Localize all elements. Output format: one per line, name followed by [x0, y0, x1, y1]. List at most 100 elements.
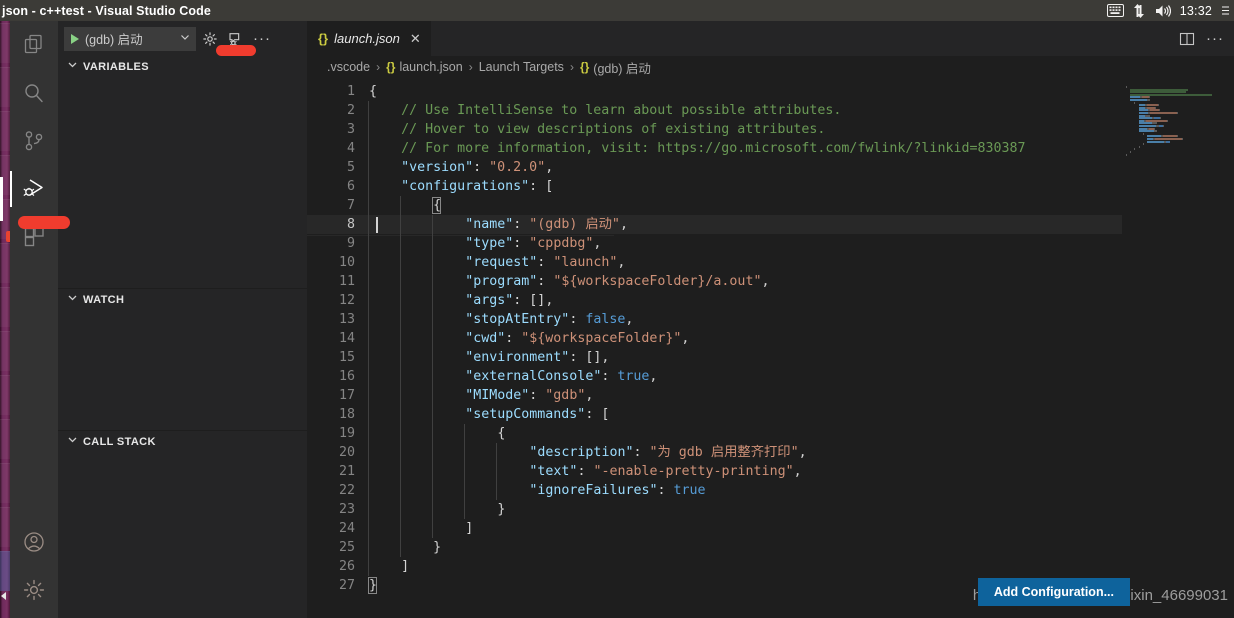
line-number: 19 — [338, 426, 355, 441]
chevron-down-icon[interactable] — [179, 30, 191, 48]
sidebar-item-accounts[interactable] — [10, 518, 58, 566]
line-number: 7 — [346, 198, 355, 213]
code-token: "(gdb) 启动" — [529, 217, 620, 232]
debug-toolbar: (gdb) 启动 ··· — [58, 21, 307, 56]
pane-title-call-stack: CALL STACK — [83, 436, 156, 448]
launcher-tile[interactable] — [0, 243, 10, 283]
code-line[interactable]: 19 { — [307, 424, 1234, 443]
code-line[interactable]: 11 "program": "${workspaceFolder}/a.out", — [307, 272, 1234, 291]
code-line-text: "args": [], — [465, 291, 553, 310]
line-number: 25 — [338, 540, 355, 555]
pane-header-variables[interactable]: VARIABLES — [58, 56, 307, 78]
breadcrumb-item-launch-json[interactable]: {} launch.json — [386, 60, 463, 74]
launcher-tile[interactable] — [0, 67, 10, 107]
launcher-tile[interactable] — [0, 507, 10, 547]
code-line-text: // Use IntelliSense to learn about possi… — [401, 101, 841, 120]
sidebar-item-manage-settings[interactable] — [10, 566, 58, 614]
system-clock[interactable]: 13:32 — [1180, 4, 1212, 18]
code-line[interactable]: 17 "MIMode": "gdb", — [307, 386, 1234, 405]
launcher-tile[interactable] — [0, 331, 10, 371]
split-editor-button[interactable] — [1174, 26, 1200, 52]
text-cursor — [376, 217, 378, 233]
code-token: "setupCommands" — [465, 407, 586, 422]
code-line[interactable]: 21 "text": "-enable-pretty-printing", — [307, 462, 1234, 481]
code-token: , — [601, 350, 610, 365]
code-line[interactable]: 15 "environment": [], — [307, 348, 1234, 367]
code-line[interactable]: 13 "stopAtEntry": false, — [307, 310, 1234, 329]
launcher-tile[interactable] — [0, 551, 10, 591]
sidebar-item-run-and-debug[interactable] — [10, 165, 58, 213]
close-icon[interactable]: ✕ — [410, 32, 421, 45]
code-line[interactable]: 5 "version": "0.2.0", — [307, 158, 1234, 177]
code-token: } — [433, 540, 442, 555]
code-lines[interactable]: 1{2// Use IntelliSense to learn about po… — [307, 78, 1234, 595]
system-menu-icon[interactable] — [1221, 6, 1230, 15]
code-line[interactable]: 2 // Use IntelliSense to learn about poss… — [307, 101, 1234, 120]
sidebar-item-search[interactable] — [10, 69, 58, 117]
code-line[interactable]: 23} — [307, 500, 1234, 519]
line-number: 6 — [346, 179, 355, 194]
breadcrumb-item-gdb-launch[interactable]: {} (gdb) 启动 — [580, 58, 651, 77]
launcher-tile[interactable] — [0, 463, 10, 503]
pane-header-call-stack[interactable]: CALL STACK — [58, 431, 307, 453]
code-line[interactable]: 20 "description": "为 gdb 启用整齐打印", — [307, 443, 1234, 462]
network-icon[interactable] — [1133, 3, 1146, 18]
chevron-down-icon — [66, 58, 79, 76]
code-line[interactable]: 10 "request": "launch", — [307, 253, 1234, 272]
code-line-text: } — [433, 538, 441, 557]
code-line-text: "request": "launch", — [465, 253, 625, 272]
code-line-text: "configurations": [ — [401, 177, 553, 196]
launcher-tile[interactable] — [0, 375, 10, 415]
volume-icon[interactable] — [1155, 4, 1171, 18]
code-line-text: "type": "cppdbg", — [465, 234, 601, 253]
code-line[interactable]: 6 "configurations": [ — [307, 177, 1234, 196]
sidebar-item-source-control[interactable] — [10, 117, 58, 165]
code-line[interactable]: 1{ — [307, 82, 1234, 101]
code-token: , — [617, 255, 626, 270]
pane-body-watch[interactable] — [58, 311, 307, 430]
editor-more-actions-button[interactable]: ··· — [1202, 26, 1228, 52]
code-line[interactable]: 22 "ignoreFailures": true — [307, 481, 1234, 500]
breadcrumb-item-launch-targets[interactable]: Launch Targets — [479, 60, 564, 74]
sidebar-item-explorer[interactable] — [10, 21, 58, 69]
launcher-tile[interactable] — [0, 111, 10, 151]
pane-body-call-stack[interactable] — [58, 453, 307, 618]
launcher-tile[interactable] — [0, 419, 10, 459]
code-line[interactable]: 4 // For more information, visit: https:/… — [307, 139, 1234, 158]
code-line[interactable]: 26] — [307, 557, 1234, 576]
code-line[interactable]: 25} — [307, 538, 1234, 557]
code-line-text: ] — [465, 519, 473, 538]
launcher-tile[interactable] — [0, 23, 10, 63]
launcher-tile[interactable] — [0, 287, 10, 327]
editor-vertical-scrollbar[interactable] — [1220, 78, 1234, 618]
code-token: // For more information, visit: https://… — [401, 141, 1026, 156]
pane-header-watch[interactable]: WATCH — [58, 289, 307, 311]
code-line[interactable]: 7{ — [307, 196, 1234, 215]
code-token: "${workspaceFolder}/a.out" — [553, 274, 762, 289]
code-line[interactable]: 3 // Hover to view descriptions of existi… — [307, 120, 1234, 139]
code-line[interactable]: 16 "externalConsole": true, — [307, 367, 1234, 386]
code-line[interactable]: 12 "args": [], — [307, 291, 1234, 310]
line-number: 23 — [338, 502, 355, 517]
code-line[interactable]: 24] — [307, 519, 1234, 538]
code-line[interactable]: 18 "setupCommands": [ — [307, 405, 1234, 424]
line-number: 5 — [346, 160, 355, 175]
tab-launch-json[interactable]: {} launch.json ✕ — [307, 21, 432, 56]
code-scroll-area[interactable]: 1{2// Use IntelliSense to learn about po… — [307, 78, 1234, 618]
code-editor[interactable]: 1{2// Use IntelliSense to learn about po… — [307, 78, 1234, 618]
editor-area: {} launch.json ✕ ··· .vscode › {} launch… — [307, 21, 1234, 618]
indent-guide — [368, 101, 369, 576]
breadcrumb-item-vscode[interactable]: .vscode — [327, 60, 370, 74]
debug-configuration-dropdown[interactable]: (gdb) 启动 — [64, 26, 196, 51]
code-line[interactable]: 9 "type": "cppdbg", — [307, 234, 1234, 253]
add-configuration-button[interactable]: Add Configuration... — [977, 578, 1130, 606]
keyboard-icon[interactable] — [1106, 4, 1124, 17]
line-number: 3 — [346, 122, 355, 137]
play-icon[interactable] — [71, 33, 79, 44]
code-line[interactable]: 8 "name": "(gdb) 启动", — [307, 215, 1234, 236]
pane-title-variables: VARIABLES — [83, 61, 149, 73]
code-line[interactable]: 14 "cwd": "${workspaceFolder}", — [307, 329, 1234, 348]
pane-body-variables[interactable] — [58, 78, 307, 288]
code-token: , — [545, 160, 554, 175]
code-token: false — [585, 312, 626, 327]
